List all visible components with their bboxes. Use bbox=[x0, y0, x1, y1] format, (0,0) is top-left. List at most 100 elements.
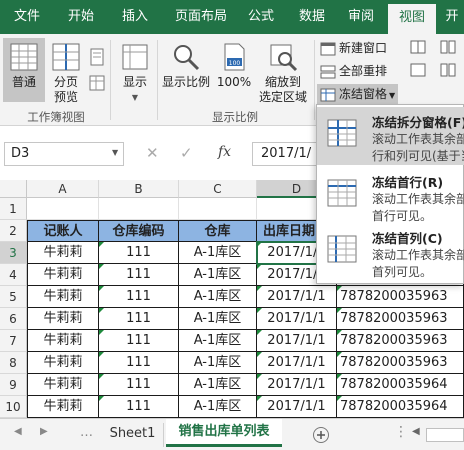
table-cell[interactable] bbox=[99, 198, 179, 220]
table-cell[interactable]: 7878200035963 bbox=[337, 308, 464, 330]
sheet-tab-active[interactable]: 销售出库单列表 bbox=[166, 419, 282, 447]
table-cell[interactable]: A-1库区 bbox=[179, 264, 257, 286]
menu-item-freeze-first-column[interactable]: 冻结首列(C) 滚动工作表其余部 首列可见。 bbox=[317, 223, 464, 281]
name-box-chevron-down-icon[interactable]: ▼ bbox=[112, 148, 118, 157]
insert-function-icon[interactable]: fx bbox=[218, 144, 231, 160]
table-cell[interactable]: 牛莉莉 bbox=[27, 308, 99, 330]
row-header-1[interactable]: 1 bbox=[0, 198, 27, 220]
tab-view[interactable]: 视图 bbox=[388, 4, 436, 34]
zoom-100-button[interactable]: 100 100% bbox=[214, 42, 254, 90]
synchronous-scrolling-icon[interactable] bbox=[440, 63, 456, 77]
row-header-10[interactable]: 10 bbox=[0, 396, 27, 418]
table-cell[interactable]: A-1库区 bbox=[179, 330, 257, 352]
column-header-c[interactable]: C bbox=[179, 180, 257, 198]
page-break-preview-button[interactable]: 分页 预览 bbox=[47, 42, 85, 105]
show-chevron-down-icon: ▼ bbox=[131, 93, 139, 102]
table-cell[interactable] bbox=[27, 198, 99, 220]
table-cell[interactable]: 牛莉莉 bbox=[27, 242, 99, 264]
table-cell[interactable]: 111 bbox=[99, 286, 179, 308]
table-cell[interactable]: A-1库区 bbox=[179, 374, 257, 396]
table-cell[interactable]: 2017/1/1 bbox=[257, 308, 337, 330]
table-cell[interactable]: 牛莉莉 bbox=[27, 286, 99, 308]
row-header-2[interactable]: 2 bbox=[0, 220, 27, 242]
table-cell[interactable]: 2017/1/1 bbox=[257, 352, 337, 374]
name-box[interactable]: D3 bbox=[4, 142, 124, 166]
select-all-corner[interactable] bbox=[0, 180, 27, 198]
freeze-panes-button[interactable]: 冻结窗格 ▼ bbox=[317, 84, 399, 104]
table-cell[interactable]: 牛莉莉 bbox=[27, 330, 99, 352]
table-cell[interactable]: 牛莉莉 bbox=[27, 352, 99, 374]
table-cell[interactable] bbox=[179, 198, 257, 220]
table-cell[interactable]: 7878200035964 bbox=[337, 396, 464, 418]
row-header-9[interactable]: 9 bbox=[0, 374, 27, 396]
scroll-right-icon[interactable]: ▶ bbox=[40, 426, 48, 437]
zoom-to-selection-button[interactable]: 缩放到 选定区域 bbox=[256, 42, 310, 105]
table-cell[interactable]: 7878200035964 bbox=[337, 374, 464, 396]
table-cell[interactable]: 7878200035963 bbox=[337, 352, 464, 374]
tab-page-layout[interactable]: 页面布局 bbox=[162, 0, 240, 34]
table-cell[interactable]: 111 bbox=[99, 396, 179, 418]
new-window-button[interactable]: 新建窗口 bbox=[320, 38, 387, 58]
table-cell[interactable]: 111 bbox=[99, 374, 179, 396]
hscroll-left-icon[interactable]: ◀ bbox=[412, 426, 420, 437]
menu-item-freeze-panes[interactable]: 冻结拆分窗格(F) 滚动工作表其余部 行和列可见(基于当 bbox=[317, 107, 464, 165]
horizontal-scrollbar[interactable] bbox=[426, 428, 464, 442]
menu-item-title: 冻结拆分窗格(F) bbox=[372, 115, 464, 130]
table-cell[interactable]: 111 bbox=[99, 242, 179, 264]
show-button[interactable]: 显示 ▼ bbox=[115, 42, 155, 105]
row-header-8[interactable]: 8 bbox=[0, 352, 27, 374]
table-cell[interactable]: 111 bbox=[99, 330, 179, 352]
table-cell[interactable]: A-1库区 bbox=[179, 396, 257, 418]
column-header-a[interactable]: A bbox=[27, 180, 99, 198]
tab-formulas[interactable]: 公式 bbox=[240, 0, 282, 34]
header-cell-bookkeeper[interactable]: 记账人 bbox=[27, 220, 99, 242]
table-cell[interactable]: 2017/1/1 bbox=[257, 396, 337, 418]
table-cell[interactable]: 牛莉莉 bbox=[27, 396, 99, 418]
table-cell[interactable]: 111 bbox=[99, 352, 179, 374]
zoom-button[interactable]: 显示比例 bbox=[160, 42, 212, 90]
error-indicator-icon bbox=[257, 264, 262, 269]
scroll-left-icon[interactable]: ◀ bbox=[14, 426, 22, 437]
split-icon[interactable] bbox=[410, 40, 426, 54]
add-sheet-icon[interactable] bbox=[312, 426, 330, 444]
table-cell[interactable]: 7878200035963 bbox=[337, 286, 464, 308]
row-header-4[interactable]: 4 bbox=[0, 264, 27, 286]
table-cell[interactable]: 2017/1/1 bbox=[257, 330, 337, 352]
column-header-b[interactable]: B bbox=[99, 180, 179, 198]
table-cell[interactable]: A-1库区 bbox=[179, 308, 257, 330]
tab-data[interactable]: 数据 bbox=[288, 0, 336, 34]
table-cell[interactable]: 牛莉莉 bbox=[27, 374, 99, 396]
table-cell[interactable]: 111 bbox=[99, 308, 179, 330]
enter-icon[interactable]: ✓ bbox=[180, 144, 193, 162]
table-cell[interactable]: 111 bbox=[99, 264, 179, 286]
table-cell[interactable]: A-1库区 bbox=[179, 352, 257, 374]
table-cell[interactable]: 2017/1/1 bbox=[257, 374, 337, 396]
table-cell[interactable]: A-1库区 bbox=[179, 242, 257, 264]
row-header-6[interactable]: 6 bbox=[0, 308, 27, 330]
tab-developer[interactable]: 开 bbox=[440, 0, 464, 34]
tab-home[interactable]: 开始 bbox=[54, 0, 108, 34]
header-cell-warehouse-code[interactable]: 仓库编码 bbox=[99, 220, 179, 242]
sheet-tab-sheet1[interactable]: Sheet1 bbox=[102, 423, 164, 447]
menu-item-freeze-top-row[interactable]: 冻结首行(R) 滚动工作表其余部 首行可见。 bbox=[317, 167, 464, 225]
row-header-7[interactable]: 7 bbox=[0, 330, 27, 352]
tab-file[interactable]: 文件 bbox=[0, 0, 54, 34]
view-side-by-side-icon[interactable] bbox=[440, 40, 456, 54]
row-header-5[interactable]: 5 bbox=[0, 286, 27, 308]
table-cell[interactable]: 牛莉莉 bbox=[27, 264, 99, 286]
hide-window-icon[interactable] bbox=[410, 63, 426, 77]
table-cell[interactable]: 7878200035963 bbox=[337, 330, 464, 352]
cancel-icon[interactable]: ✕ bbox=[146, 144, 159, 162]
normal-view-button[interactable]: 普通 bbox=[3, 38, 45, 102]
tab-review[interactable]: 审阅 bbox=[336, 0, 386, 34]
table-cell[interactable]: A-1库区 bbox=[179, 286, 257, 308]
header-cell-warehouse[interactable]: 仓库 bbox=[179, 220, 257, 242]
more-sheets-icon[interactable]: … bbox=[80, 425, 93, 440]
horizontal-scroll-handle-icon[interactable]: ⋮ bbox=[394, 424, 408, 440]
tab-insert[interactable]: 插入 bbox=[108, 0, 162, 34]
row-header-3[interactable]: 3 bbox=[0, 242, 27, 264]
page-layout-view-icon[interactable] bbox=[89, 48, 105, 66]
table-cell[interactable]: 2017/1/1 bbox=[257, 286, 337, 308]
arrange-all-button[interactable]: 全部重排 bbox=[320, 61, 387, 81]
custom-views-icon[interactable] bbox=[89, 74, 105, 92]
